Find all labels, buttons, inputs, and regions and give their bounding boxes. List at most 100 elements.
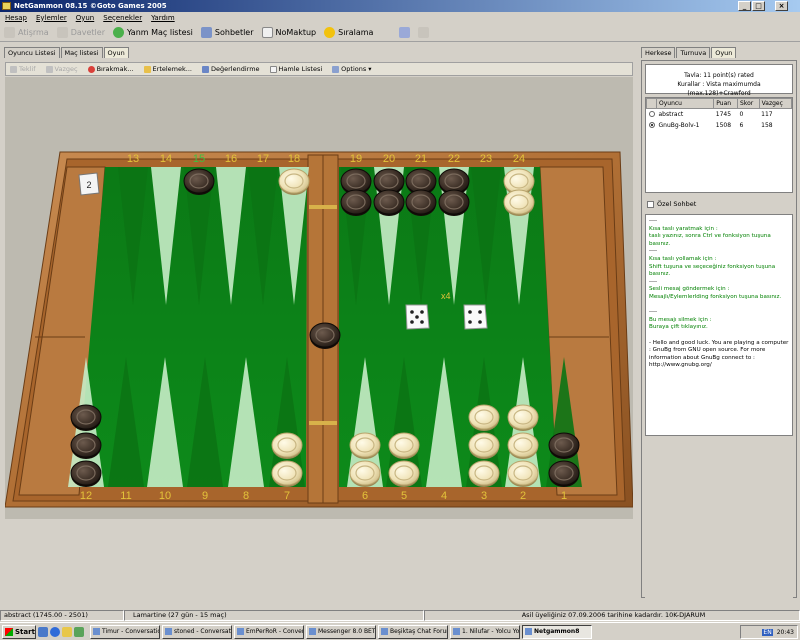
player-radio[interactable] bbox=[648, 122, 655, 128]
dark-checker[interactable] bbox=[340, 189, 372, 216]
private-chat-label: Özel Sohbet bbox=[657, 200, 697, 208]
taskbar-window-button[interactable]: 1. Nilufar - Yolcu Yol bbox=[450, 624, 520, 639]
toolbar-invites-button[interactable]: Davetler bbox=[56, 26, 105, 38]
move-list-button[interactable]: Hamle Listesi bbox=[269, 65, 322, 73]
light-checker[interactable] bbox=[507, 432, 539, 459]
window-title: NetGammon 08.15 ©Goto Games 2005 bbox=[14, 2, 167, 10]
taskbar-window-button[interactable]: Netgammon8 bbox=[522, 624, 592, 639]
light-checker[interactable] bbox=[278, 168, 310, 195]
player-name: GnuBg-Bolv-1 bbox=[658, 121, 700, 129]
taskbar-window-button[interactable]: Messenger 8.0 BETA bbox=[306, 624, 376, 639]
toolbar-extra-button[interactable] bbox=[399, 26, 411, 38]
dark-checker[interactable] bbox=[548, 460, 580, 487]
offer-button[interactable]: Teklif bbox=[10, 65, 36, 73]
col-player[interactable]: Oyuncu bbox=[655, 98, 715, 109]
tab-tournament[interactable]: Turnuva bbox=[676, 47, 711, 58]
light-checker[interactable] bbox=[468, 460, 500, 487]
col-score[interactable]: Skor bbox=[737, 98, 760, 109]
tab-game[interactable]: Oyun bbox=[103, 47, 129, 58]
col-rating[interactable]: Puan bbox=[713, 98, 738, 109]
match-info-line2: Kurallar : Vista maximumda (max.128)+Cra… bbox=[677, 81, 761, 97]
toolbar-ranking-button[interactable]: Sıralama bbox=[324, 26, 373, 38]
toolbar-match-list-button[interactable]: Yanm Maç listesi bbox=[113, 26, 193, 38]
light-checker[interactable] bbox=[388, 432, 420, 459]
dark-checker[interactable] bbox=[70, 432, 102, 459]
light-checker[interactable] bbox=[468, 432, 500, 459]
light-checker[interactable] bbox=[271, 460, 303, 487]
tab-match-list[interactable]: Maç listesi bbox=[60, 47, 103, 58]
player-radio[interactable] bbox=[648, 111, 655, 118]
invite-icon bbox=[56, 26, 68, 38]
player-rating: 1508 bbox=[715, 121, 732, 129]
backgammon-board[interactable]: 13 14 15 16 17 18 19 20 21 22 23 2412 11 10 9 8 7 6 5 4 3 2 1 … bbox=[5, 77, 633, 519]
backgammon-board-area[interactable]: 13 14 15 16 17 18 19 20 21 22 23 24 12 11 10 9 8 7 6 5 4 3 2 1 … bbox=[5, 77, 633, 519]
tab-player-list[interactable]: Oyuncu Listesi bbox=[4, 47, 60, 58]
dark-checker[interactable] bbox=[405, 189, 437, 216]
taskbar-window-button[interactable]: Beşiktaş Chat Forum bbox=[378, 624, 448, 639]
minimize-button[interactable]: _ bbox=[738, 1, 751, 11]
quicklaunch-desktop-icon[interactable] bbox=[38, 626, 48, 637]
light-checker[interactable] bbox=[503, 189, 535, 216]
dark-checker[interactable] bbox=[70, 460, 102, 487]
postpone-button[interactable]: Ertelemek... bbox=[143, 65, 192, 73]
decline-icon bbox=[45, 65, 53, 73]
resign-button[interactable]: Bırakmak... bbox=[87, 65, 134, 73]
decline-button[interactable]: Vazgeç bbox=[45, 65, 78, 73]
players-table: Oyuncu Puan Skor Vazgeç abstract 1745 0 … bbox=[645, 97, 793, 193]
dark-checker[interactable] bbox=[70, 404, 102, 431]
toolbar-disabled-button[interactable] bbox=[418, 26, 430, 38]
light-checker[interactable] bbox=[271, 432, 303, 459]
table-row[interactable]: abstract 1745 0 117 bbox=[647, 109, 792, 120]
point-label: 9 bbox=[202, 490, 208, 502]
menu-secenekler[interactable]: Seçenekler bbox=[103, 14, 142, 22]
window-icon bbox=[399, 26, 411, 38]
language-indicator[interactable]: EN bbox=[762, 628, 773, 636]
chat-log[interactable]: ---- Kısa taslı yaratmak için : taslı yazı… bbox=[645, 214, 793, 436]
window-icon bbox=[165, 628, 172, 635]
light-checker[interactable] bbox=[507, 460, 539, 487]
menu-hesap[interactable]: Hesap bbox=[5, 14, 27, 22]
dark-checker[interactable] bbox=[373, 189, 405, 216]
taskbar-window-button[interactable]: EmPerRoR - Conver... bbox=[234, 624, 304, 639]
options-button[interactable]: Options ▾ bbox=[332, 65, 372, 73]
point-label: 5 bbox=[401, 490, 407, 502]
tab-game-chat[interactable]: Oyun bbox=[711, 47, 737, 58]
player-pip: 158 bbox=[761, 121, 773, 129]
menu-yardim[interactable]: Yardım bbox=[151, 14, 175, 22]
col-pip[interactable]: Vazgeç bbox=[758, 98, 793, 109]
quicklaunch-messenger-icon[interactable] bbox=[74, 626, 84, 637]
light-checker[interactable] bbox=[388, 460, 420, 487]
dark-checker[interactable] bbox=[183, 168, 215, 195]
tab-everyone[interactable]: Herkese bbox=[641, 47, 676, 58]
player-pip: 117 bbox=[761, 110, 773, 118]
menu-oyun[interactable]: Oyun bbox=[76, 14, 95, 22]
dark-checker[interactable] bbox=[309, 322, 341, 349]
dark-checker[interactable] bbox=[438, 189, 470, 216]
doubling-cube[interactable]: 2 bbox=[78, 172, 100, 196]
quicklaunch-ie-icon[interactable] bbox=[50, 626, 60, 637]
table-row[interactable]: GnuBg-Bolv-1 1508 6 158 bbox=[647, 120, 792, 131]
maximize-button[interactable]: □ bbox=[752, 1, 765, 11]
evaluation-button[interactable]: Değerlendirme bbox=[201, 65, 260, 73]
status-bar: abstract (1745.00 - 2501) Lamartine (27 … bbox=[0, 610, 800, 621]
light-checker[interactable] bbox=[507, 404, 539, 431]
light-checker[interactable] bbox=[349, 460, 381, 487]
toolbar-chats-button[interactable]: Sohbetler bbox=[200, 26, 254, 38]
menu-eylemler[interactable]: Eylemler bbox=[36, 14, 67, 22]
quicklaunch-folder-icon[interactable] bbox=[62, 626, 72, 637]
taskbar-window-button[interactable]: stoned - Conversation bbox=[162, 624, 232, 639]
player-name: abstract bbox=[658, 110, 684, 118]
toolbar-mail-button[interactable]: NoMaktup bbox=[261, 26, 316, 38]
light-checker[interactable] bbox=[468, 404, 500, 431]
taskbar-window-button[interactable]: Timur - Conversation bbox=[90, 624, 160, 639]
start-button[interactable]: Start bbox=[2, 624, 36, 639]
dark-checker[interactable] bbox=[548, 432, 580, 459]
private-chat-checkbox[interactable] bbox=[647, 200, 654, 208]
toolbar-play-button[interactable]: Atişrma bbox=[4, 26, 49, 38]
private-chat-toggle[interactable]: Özel Sohbet bbox=[647, 200, 696, 208]
point-label: 11 bbox=[120, 490, 131, 502]
taskbar-buttons: Timur - Conversationstoned - Conversatio… bbox=[90, 624, 592, 639]
close-button[interactable]: × bbox=[775, 1, 788, 11]
light-checker[interactable] bbox=[349, 432, 381, 459]
arrow-icon bbox=[418, 26, 430, 38]
